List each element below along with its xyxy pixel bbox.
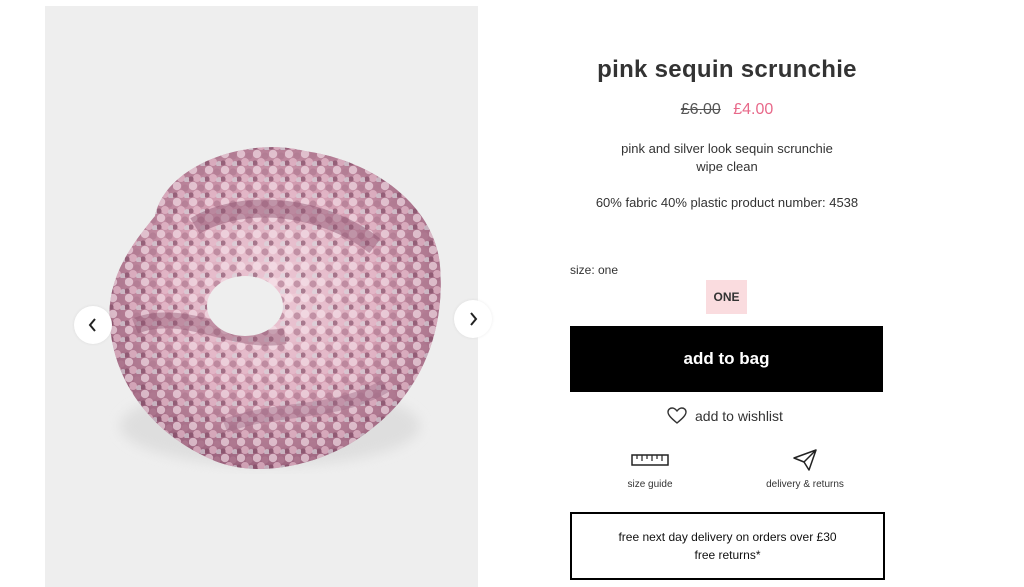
- delivery-promo-box: free next day delivery on orders over £3…: [570, 512, 885, 580]
- wishlist-label: add to wishlist: [695, 408, 783, 424]
- product-gallery: [45, 6, 478, 587]
- product-title: pink sequin scrunchie: [597, 56, 857, 83]
- description-line: wipe clean: [696, 159, 758, 174]
- add-to-wishlist-button[interactable]: add to wishlist: [667, 407, 783, 425]
- size-guide-link[interactable]: size guide: [610, 447, 690, 490]
- size-label: size: one: [570, 263, 619, 277]
- paper-plane-icon: [793, 449, 817, 471]
- add-to-bag-button[interactable]: add to bag: [570, 326, 883, 392]
- size-option-one[interactable]: ONE: [706, 280, 747, 314]
- delivery-returns-link[interactable]: delivery & returns: [750, 447, 860, 490]
- product-composition: 60% fabric 40% plastic product number: 4…: [595, 195, 859, 210]
- product-description: pink and silver look sequin scrunchie wi…: [570, 140, 884, 176]
- promo-line: free returns*: [694, 548, 761, 562]
- chevron-right-icon: [470, 312, 478, 326]
- product-image: [109, 147, 441, 469]
- next-image-button[interactable]: [454, 300, 492, 338]
- ruler-icon: [631, 454, 669, 466]
- chevron-left-icon: [88, 318, 96, 332]
- size-guide-label: size guide: [627, 479, 673, 490]
- prev-image-button[interactable]: [74, 306, 112, 344]
- price-block: £6.00 £4.00: [570, 101, 884, 119]
- promo-line: free next day delivery on orders over £3…: [618, 530, 837, 544]
- sale-price: £4.00: [733, 101, 774, 118]
- delivery-returns-label: delivery & returns: [766, 479, 844, 490]
- heart-icon: [667, 407, 687, 424]
- original-price: £6.00: [680, 101, 721, 118]
- description-line: pink and silver look sequin scrunchie: [621, 141, 833, 156]
